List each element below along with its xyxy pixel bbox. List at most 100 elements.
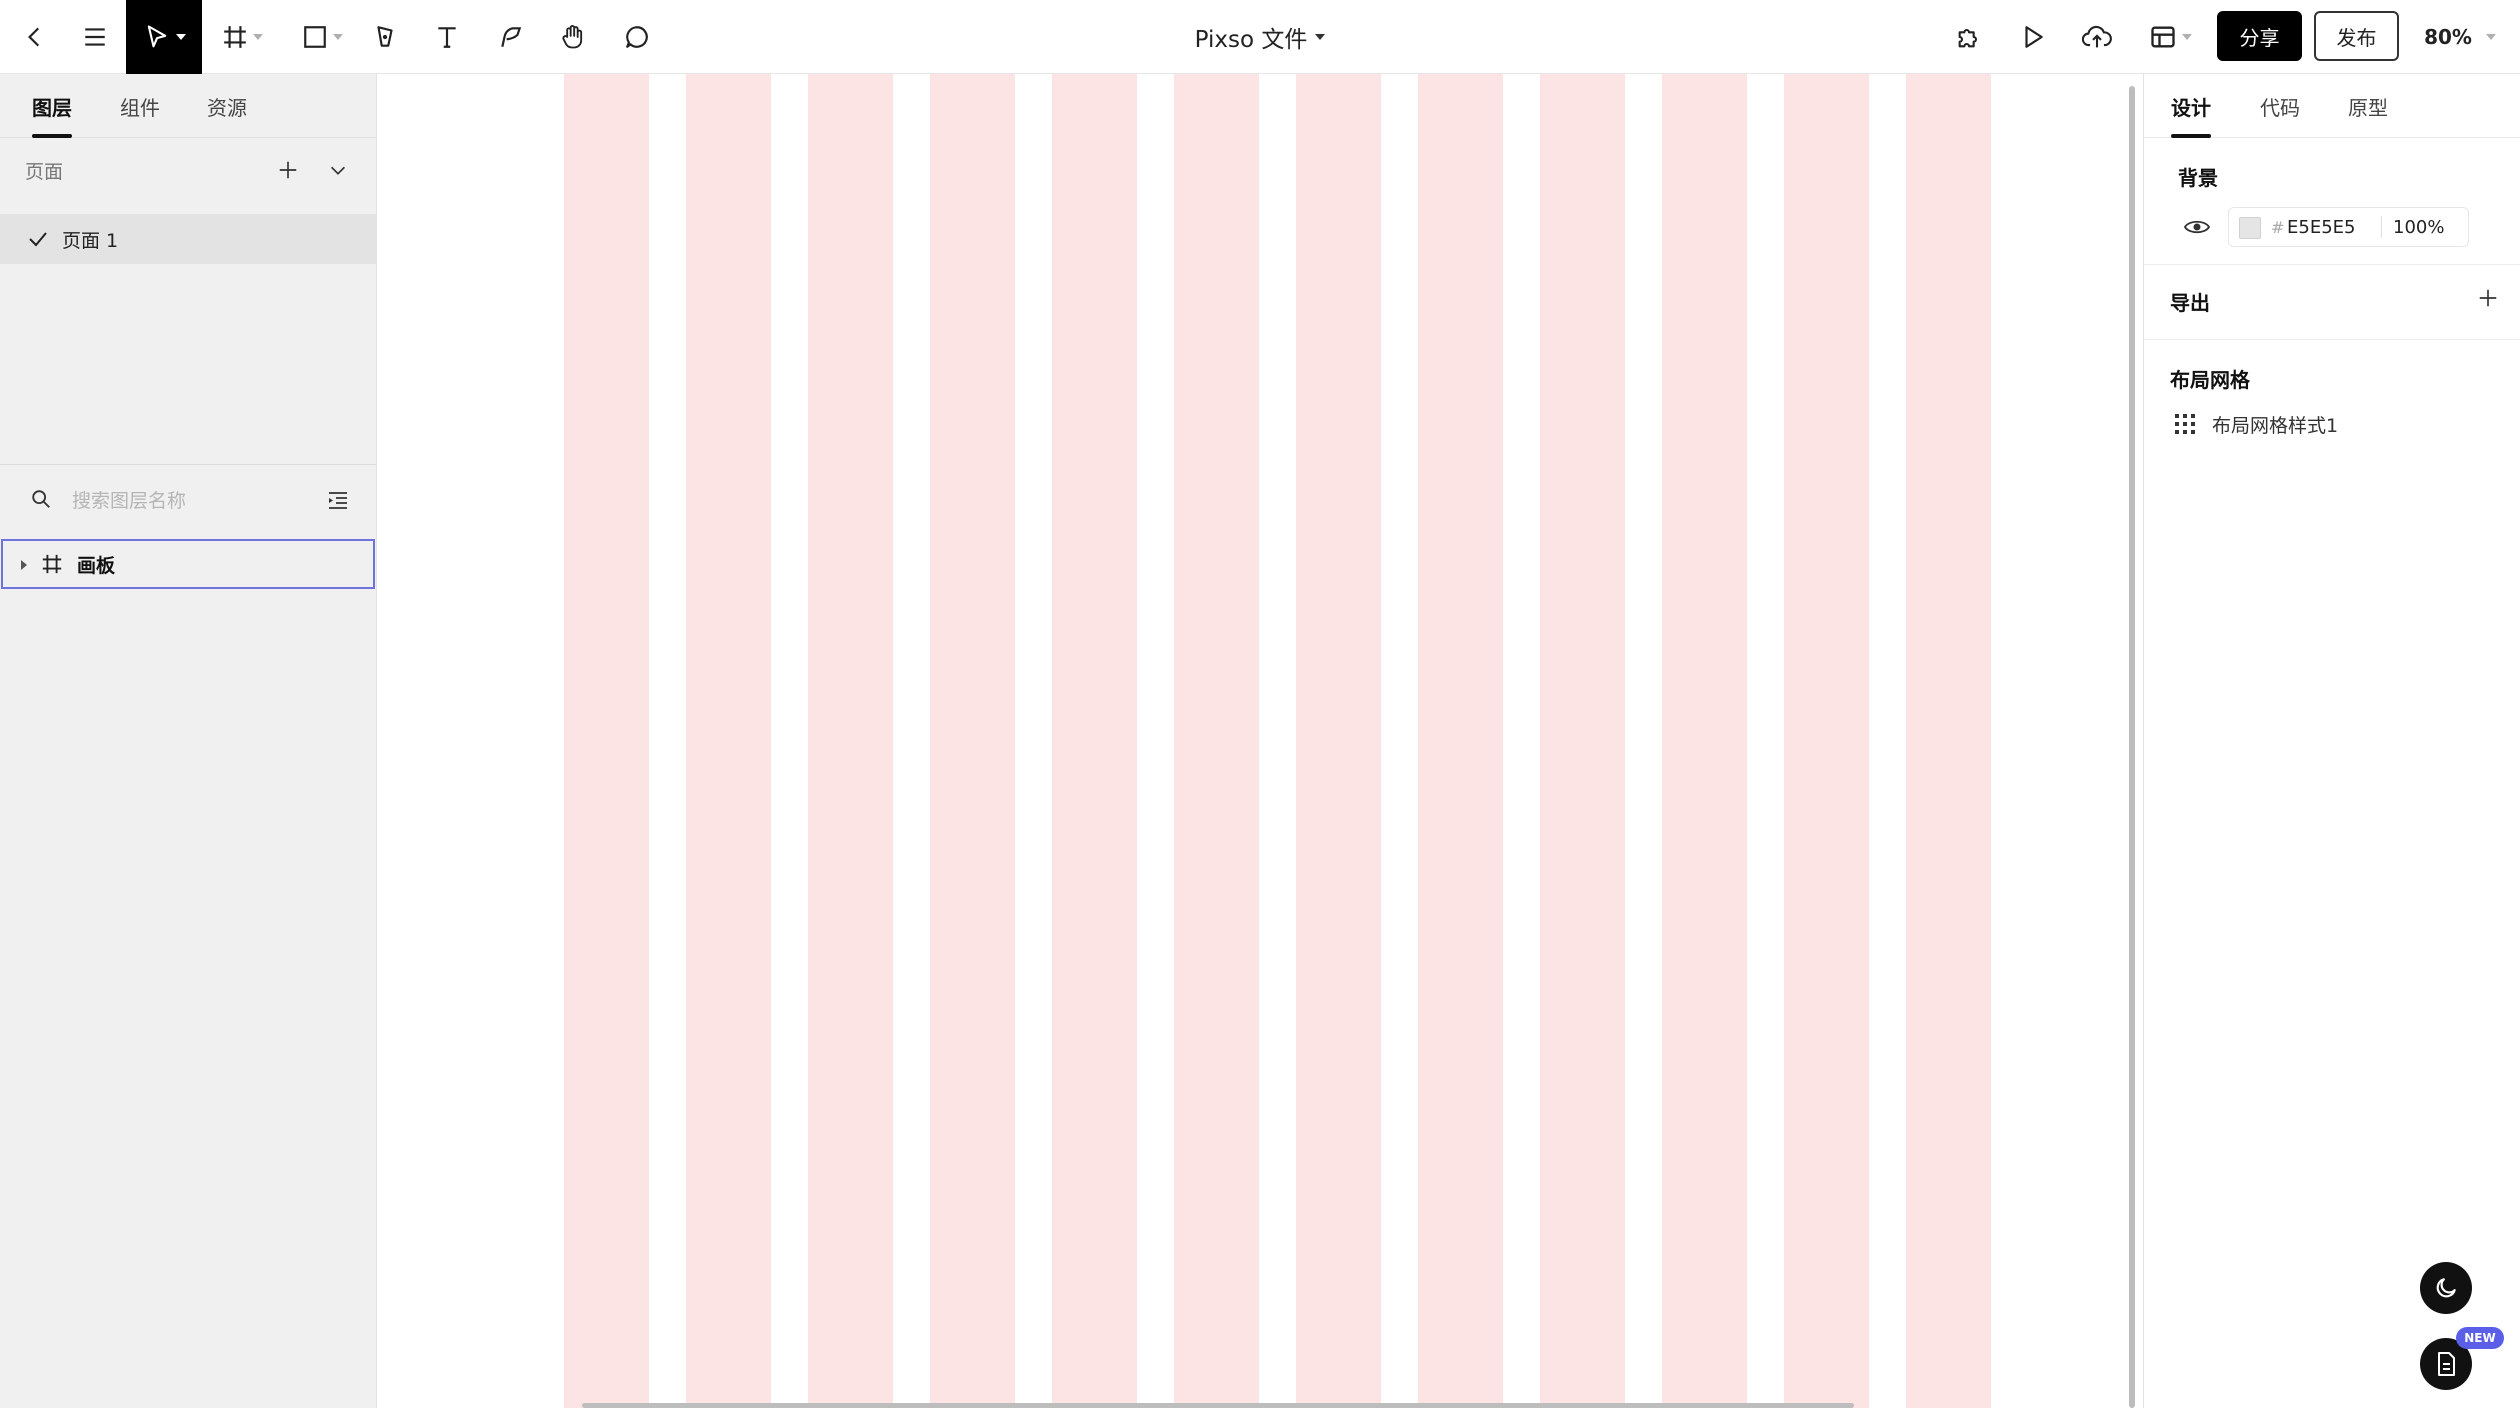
grid-column [930,74,1015,1408]
frame-tool-caret [252,34,263,40]
frame-icon [42,554,62,574]
section-divider [2144,339,2520,340]
background-row: # E5E5E5 100% [2144,202,2520,252]
expand-arrow-icon[interactable] [21,560,27,570]
grid-column [1174,74,1259,1408]
search-icon [32,490,50,508]
tab-prototype[interactable]: 原型 [2348,74,2388,138]
page-item-label: 页面 1 [62,229,119,252]
eye-icon[interactable] [2184,217,2210,237]
play-icon [2025,26,2043,48]
move-tool-icon [147,25,166,48]
pages-label: 页面 [25,160,64,183]
rectangle-tool-icon [303,26,326,48]
layer-item-label: 画板 [77,554,116,577]
zoom-dropdown[interactable]: 80% [2410,0,2510,74]
grid-column [1418,74,1503,1408]
menu-icon [85,28,105,46]
layer-search [0,474,376,526]
grid-column [686,74,771,1408]
file-title: Pixso 文件 [1194,27,1308,53]
vertical-scrollbar[interactable] [2129,86,2135,1408]
background-opacity-value[interactable]: 100% [2393,208,2444,246]
plus-icon [279,161,297,179]
grid-column [1052,74,1137,1408]
layer-item-frame[interactable]: 画板 [1,539,375,589]
shape-tool-button[interactable] [292,0,352,74]
zoom-level: 80% [2424,25,2472,49]
tab-design[interactable]: 设计 [2171,74,2211,138]
move-tool-caret [175,34,186,40]
background-color-field[interactable]: # E5E5E5 100% [2228,207,2469,247]
moon-icon [2436,1278,2456,1298]
grid-dots-icon[interactable] [2174,413,2196,435]
pen-tool-button[interactable] [362,0,408,74]
layout-view-caret [2181,34,2192,40]
back-icon [28,27,40,47]
background-color-swatch[interactable] [2239,217,2261,239]
layout-view-button[interactable] [2140,0,2200,74]
top-toolbar: Pixso 文件 分享 发布 80% [0,0,2520,74]
chevron-down-icon [330,166,346,175]
new-badge: NEW [2456,1327,2504,1349]
grid-column [1662,74,1747,1408]
tab-assets[interactable]: 资源 [207,74,247,138]
comment-tool-icon [626,26,648,48]
hand-tool-button[interactable] [550,0,596,74]
layout-grid-item[interactable]: 布局网格样式1 [2144,404,2520,444]
layer-filter-button[interactable] [322,484,354,516]
comment-tool-button[interactable] [614,0,660,74]
export-section-title: 导出 [2170,291,2210,315]
pencil-tool-button[interactable] [488,0,534,74]
check-icon [29,232,47,247]
background-hex-value[interactable]: E5E5E5 [2287,208,2355,246]
move-tool-button[interactable] [126,0,202,74]
grid-column [1784,74,1869,1408]
zoom-caret [2485,34,2496,40]
frame-tool-icon [223,26,246,48]
plugins-button[interactable] [1946,0,1992,74]
frame-tool-button[interactable] [212,0,272,74]
layer-search-input[interactable] [70,482,314,520]
pages-layers-divider [0,464,376,465]
file-title-dropdown[interactable]: Pixso 文件 [1140,0,1380,74]
right-panel: 设计 代码 原型 背景 # E5E5E5 100% 导出 布局网格 布局网格样式… [2143,74,2520,1408]
present-button[interactable] [2010,0,2056,74]
plugin-icon [1958,28,1978,48]
filter-list-icon [329,492,347,509]
left-panel-tabs: 图层 组件 资源 [0,74,376,138]
left-panel: 图层 组件 资源 页面 页面 1 画板 [0,74,377,1408]
theme-toggle-button[interactable] [2420,1262,2472,1314]
pages-header: 页面 [0,138,376,202]
right-panel-tabs: 设计 代码 原型 [2144,74,2520,138]
tab-components[interactable]: 组件 [120,74,160,138]
publish-button[interactable]: 发布 [2314,11,2399,61]
tab-code[interactable]: 代码 [2260,74,2300,138]
background-section-title: 背景 [2178,166,2218,190]
upload-button[interactable] [2072,0,2122,74]
page-item[interactable]: 页面 1 [0,214,376,264]
back-button[interactable] [10,0,60,74]
shape-tool-caret [332,34,343,40]
layout-grid-section-title: 布局网格 [2170,368,2250,392]
text-tool-button[interactable] [424,0,470,74]
share-button[interactable]: 分享 [2217,11,2302,61]
main-menu-button[interactable] [70,0,120,74]
grid-column [1540,74,1625,1408]
plus-icon [2479,289,2497,307]
layout-grid-item-label: 布局网格样式1 [2212,414,2339,437]
grid-column [808,74,893,1408]
text-tool-icon [438,27,456,48]
grid-column [1906,74,1991,1408]
add-page-button[interactable] [272,154,304,186]
horizontal-scrollbar[interactable] [582,1403,1854,1408]
file-title-caret [1315,34,1326,40]
collapse-pages-button[interactable] [322,154,354,186]
upload-icon [2082,25,2112,48]
tab-layers[interactable]: 图层 [32,74,72,138]
pencil-tool-icon [501,27,522,47]
field-separator [2381,216,2382,238]
add-export-button[interactable] [2472,282,2504,314]
canvas[interactable] [378,74,2142,1408]
grid-column [564,74,649,1408]
